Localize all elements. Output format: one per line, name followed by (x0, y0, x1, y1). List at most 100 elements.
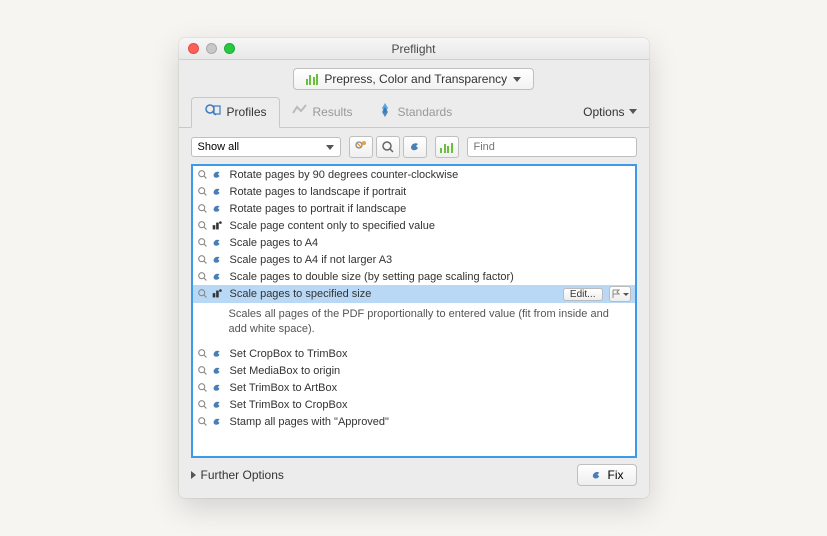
titlebar: Preflight (179, 38, 649, 60)
list-item[interactable]: Rotate pages to portrait if landscape (193, 200, 635, 217)
minimize-window-button[interactable] (206, 43, 217, 54)
toggle-checks-button[interactable] (376, 136, 400, 158)
tab-results-label: Results (313, 105, 353, 119)
find-input[interactable] (467, 137, 637, 157)
list-item[interactable]: Rotate pages to landscape if portrait (193, 183, 635, 200)
row-icons (197, 416, 227, 429)
list-item-label: Scale pages to double size (by setting p… (230, 271, 514, 283)
list-item[interactable]: Scale page content only to specified val… (193, 217, 635, 234)
category-row: Prepress, Color and Transparency (179, 60, 649, 96)
profiles-icon (204, 103, 222, 122)
tab-profiles-label: Profiles (227, 105, 267, 119)
list-item-label: Stamp all pages with "Approved" (230, 416, 389, 428)
chevron-down-icon (513, 77, 521, 82)
magnifier-icon (197, 253, 210, 266)
icon-group-1 (349, 136, 427, 158)
list-item-label: Set TrimBox to CropBox (230, 399, 348, 411)
row-icons (197, 270, 227, 283)
list-item[interactable]: Stamp all pages with "Approved" (193, 414, 635, 431)
tabs-row: Profiles Results Standards Options (179, 96, 649, 128)
tab-results[interactable]: Results (280, 96, 365, 127)
category-label: Prepress, Color and Transparency (324, 72, 507, 86)
tab-standards[interactable]: Standards (365, 96, 465, 127)
wrench-icon (211, 348, 224, 361)
list-item[interactable]: Scale pages to double size (by setting p… (193, 268, 635, 285)
tab-standards-label: Standards (398, 105, 453, 119)
magnifier-icon (197, 270, 210, 283)
list-item[interactable]: Scale pages to A4 if not larger A3 (193, 251, 635, 268)
list-item-label: Set CropBox to TrimBox (230, 348, 348, 360)
list-item-label: Set MediaBox to origin (230, 365, 341, 377)
row-icons (197, 253, 227, 266)
fix-label: Fix (608, 468, 624, 482)
row-icons (197, 202, 227, 215)
list-item-label: Set TrimBox to ArtBox (230, 382, 338, 394)
wrench-icon (211, 365, 224, 378)
variable-icon (211, 288, 224, 301)
wrench-icon (211, 399, 224, 412)
list-item[interactable]: Set CropBox to TrimBox (193, 346, 635, 363)
row-icons (197, 219, 227, 232)
preflight-window: Preflight Prepress, Color and Transparen… (179, 38, 649, 498)
wrench-icon (211, 185, 224, 198)
row-icons (197, 399, 227, 412)
row-icons (197, 348, 227, 361)
list-item[interactable]: Rotate pages by 90 degrees counter-clock… (193, 166, 635, 183)
wrench-icon (211, 236, 224, 249)
toggle-favorites-button[interactable] (349, 136, 373, 158)
list-item[interactable]: Set MediaBox to origin (193, 363, 635, 380)
wrench-icon (211, 382, 224, 395)
filter-dropdown[interactable]: Show all (191, 137, 341, 157)
close-window-button[interactable] (188, 43, 199, 54)
toolbar: Show all (179, 128, 649, 164)
magnifier-icon (197, 399, 210, 412)
magnifier-icon (197, 365, 210, 378)
row-icons (197, 168, 227, 181)
list-item[interactable]: Set TrimBox to CropBox (193, 397, 635, 414)
traffic-lights (179, 43, 235, 54)
magnifier-icon (197, 416, 210, 429)
toggle-bars-button[interactable] (435, 136, 459, 158)
further-options-toggle[interactable]: Further Options (191, 468, 571, 482)
list-item[interactable]: Scale pages to specified size Edit... (193, 285, 635, 303)
list-item-label: Rotate pages to landscape if portrait (230, 186, 407, 198)
list-item-label: Scale pages to A4 if not larger A3 (230, 254, 393, 266)
chevron-down-icon (326, 145, 334, 150)
chevron-down-icon (629, 109, 637, 114)
magnifier-icon (197, 185, 210, 198)
row-icons (197, 236, 227, 249)
wrench-icon (211, 202, 224, 215)
profile-list[interactable]: Rotate pages by 90 degrees counter-clock… (191, 164, 637, 458)
row-icons (197, 185, 227, 198)
wrench-icon (211, 253, 224, 266)
magnifier-icon (197, 288, 210, 301)
list-item[interactable]: Scale pages to A4 (193, 234, 635, 251)
toggle-fixups-button[interactable] (403, 136, 427, 158)
chevron-right-icon (191, 471, 196, 479)
zoom-window-button[interactable] (224, 43, 235, 54)
icon-group-2 (435, 136, 459, 158)
category-dropdown[interactable]: Prepress, Color and Transparency (293, 68, 534, 90)
wrench-icon (590, 469, 603, 482)
results-icon (292, 103, 308, 120)
list-item-label: Scale pages to A4 (230, 237, 319, 249)
bars-icon (306, 73, 319, 85)
tab-profiles[interactable]: Profiles (191, 97, 280, 128)
fix-button[interactable]: Fix (577, 464, 637, 486)
list-item[interactable]: Set TrimBox to ArtBox (193, 380, 635, 397)
magnifier-icon (197, 219, 210, 232)
list-item-label: Rotate pages by 90 degrees counter-clock… (230, 169, 459, 181)
magnifier-icon (197, 168, 210, 181)
row-icons (197, 288, 227, 301)
standards-icon (377, 102, 393, 121)
options-label: Options (583, 105, 624, 119)
list-item-description: Scales all pages of the PDF proportional… (193, 303, 635, 346)
magnifier-icon (197, 236, 210, 249)
list-item-label: Scale pages to specified size (230, 288, 372, 300)
edit-button[interactable]: Edit... (563, 288, 603, 301)
wrench-icon (211, 168, 224, 181)
variable-icon (211, 219, 224, 232)
options-dropdown[interactable]: Options (583, 105, 636, 119)
footer: Further Options Fix (179, 458, 649, 498)
flag-dropdown[interactable] (609, 286, 631, 302)
